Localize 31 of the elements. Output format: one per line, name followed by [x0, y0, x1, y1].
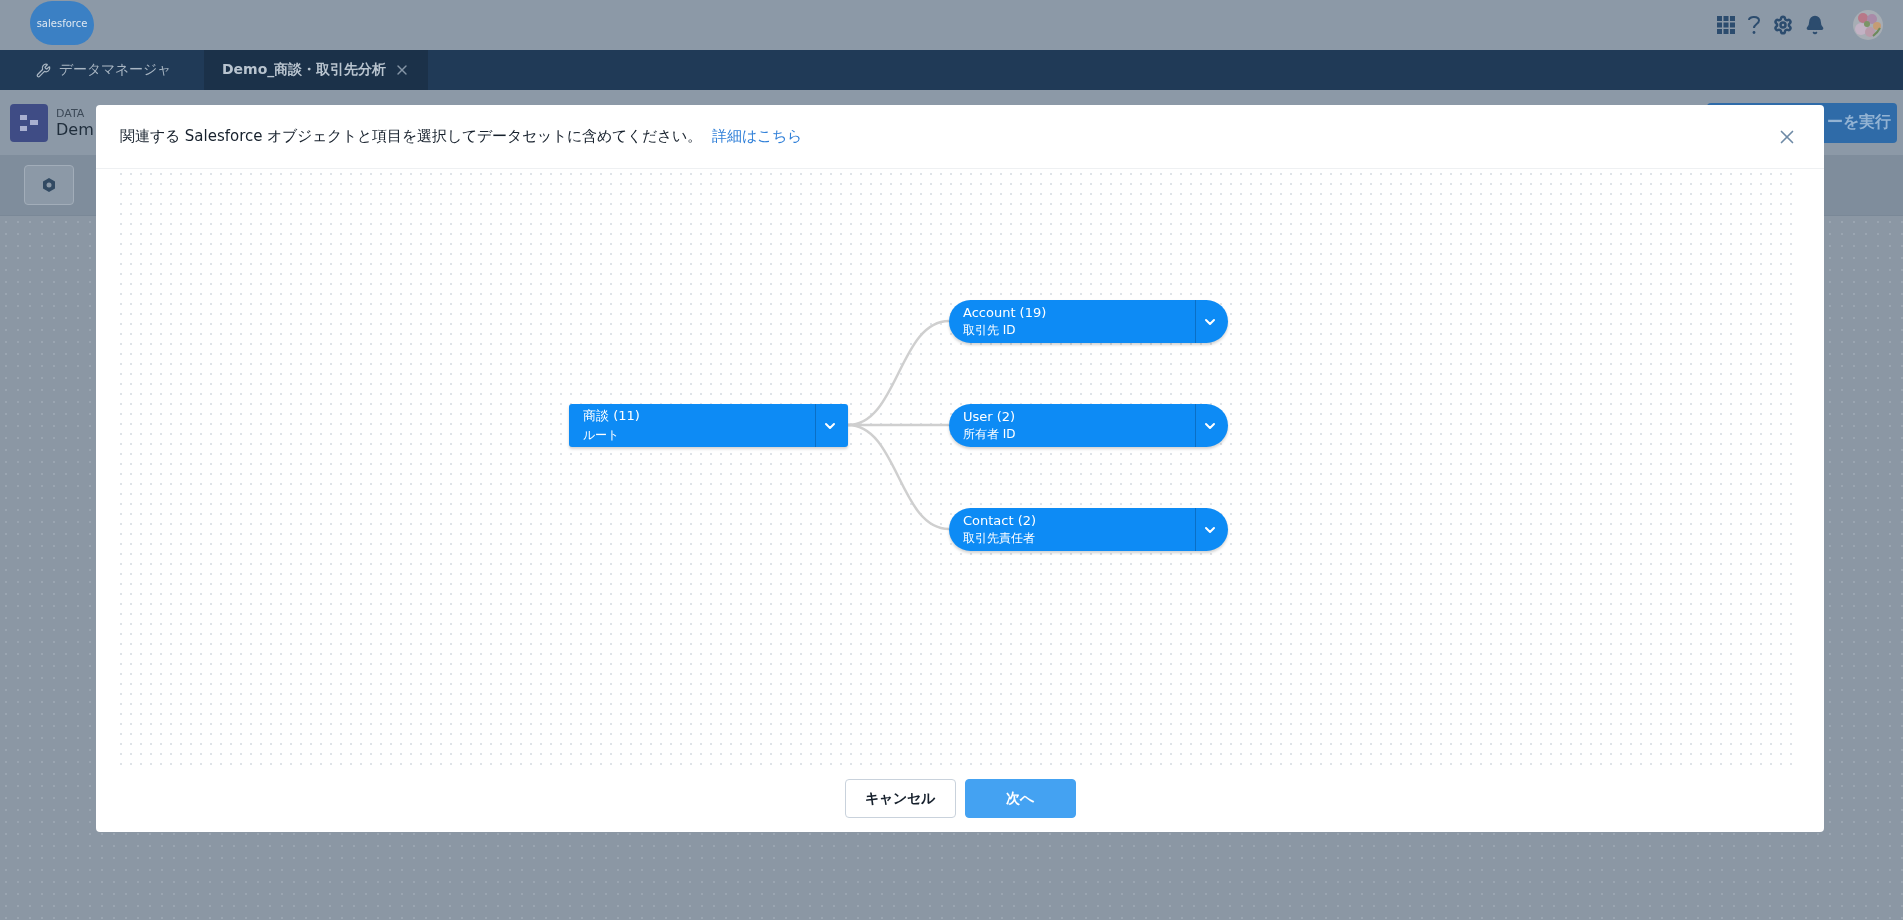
object-name: 商談 (11) [583, 407, 641, 425]
logo[interactable]: salesforce [30, 1, 94, 45]
object-name: Account (19) [963, 304, 1048, 320]
hexagon-icon [41, 177, 57, 193]
tab-label: Demo_商談・取引先分析 [222, 61, 387, 79]
object-node[interactable]: 商談 (11) ルート [569, 404, 848, 447]
toolbar-button[interactable] [24, 165, 74, 205]
object-relation: ルート [583, 427, 620, 444]
cancel-button[interactable]: キャンセル [844, 779, 956, 818]
object-node[interactable]: Account (19) 取引先 ID [949, 300, 1228, 343]
page-title: Dem [56, 119, 94, 139]
tab-label: データマネージャ [59, 61, 171, 79]
instruction-text: 関連する Salesforce オブジェクトと項目を選択してデータセットに含めてください。 [120, 127, 703, 146]
next-button[interactable]: 次へ [964, 779, 1076, 818]
help-icon[interactable] [1747, 15, 1761, 35]
object-node[interactable]: User (2) 所有者 ID [949, 404, 1228, 447]
object-name: User (2) [963, 408, 1017, 424]
dataflow-icon [10, 103, 48, 142]
tab[interactable]: データマネージャ [18, 50, 204, 90]
object-relation: 取引先 ID [963, 321, 1017, 339]
page-type-label: DATA [56, 106, 86, 120]
settings-icon[interactable] [1773, 15, 1793, 35]
object-name: Contact (2) [963, 512, 1038, 528]
bell-icon[interactable] [1805, 15, 1825, 35]
app-launcher-icon[interactable] [1717, 16, 1735, 34]
learn-more-link[interactable]: 詳細はこちら [712, 127, 803, 146]
wrench-icon [36, 62, 51, 78]
object-relation: 取引先責任者 [963, 529, 1036, 547]
object-node[interactable]: Contact (2) 取引先責任者 [949, 508, 1228, 551]
tab[interactable]: Demo_商談・取引先分析 [204, 50, 429, 90]
object-relation: 所有者 ID [963, 425, 1017, 443]
